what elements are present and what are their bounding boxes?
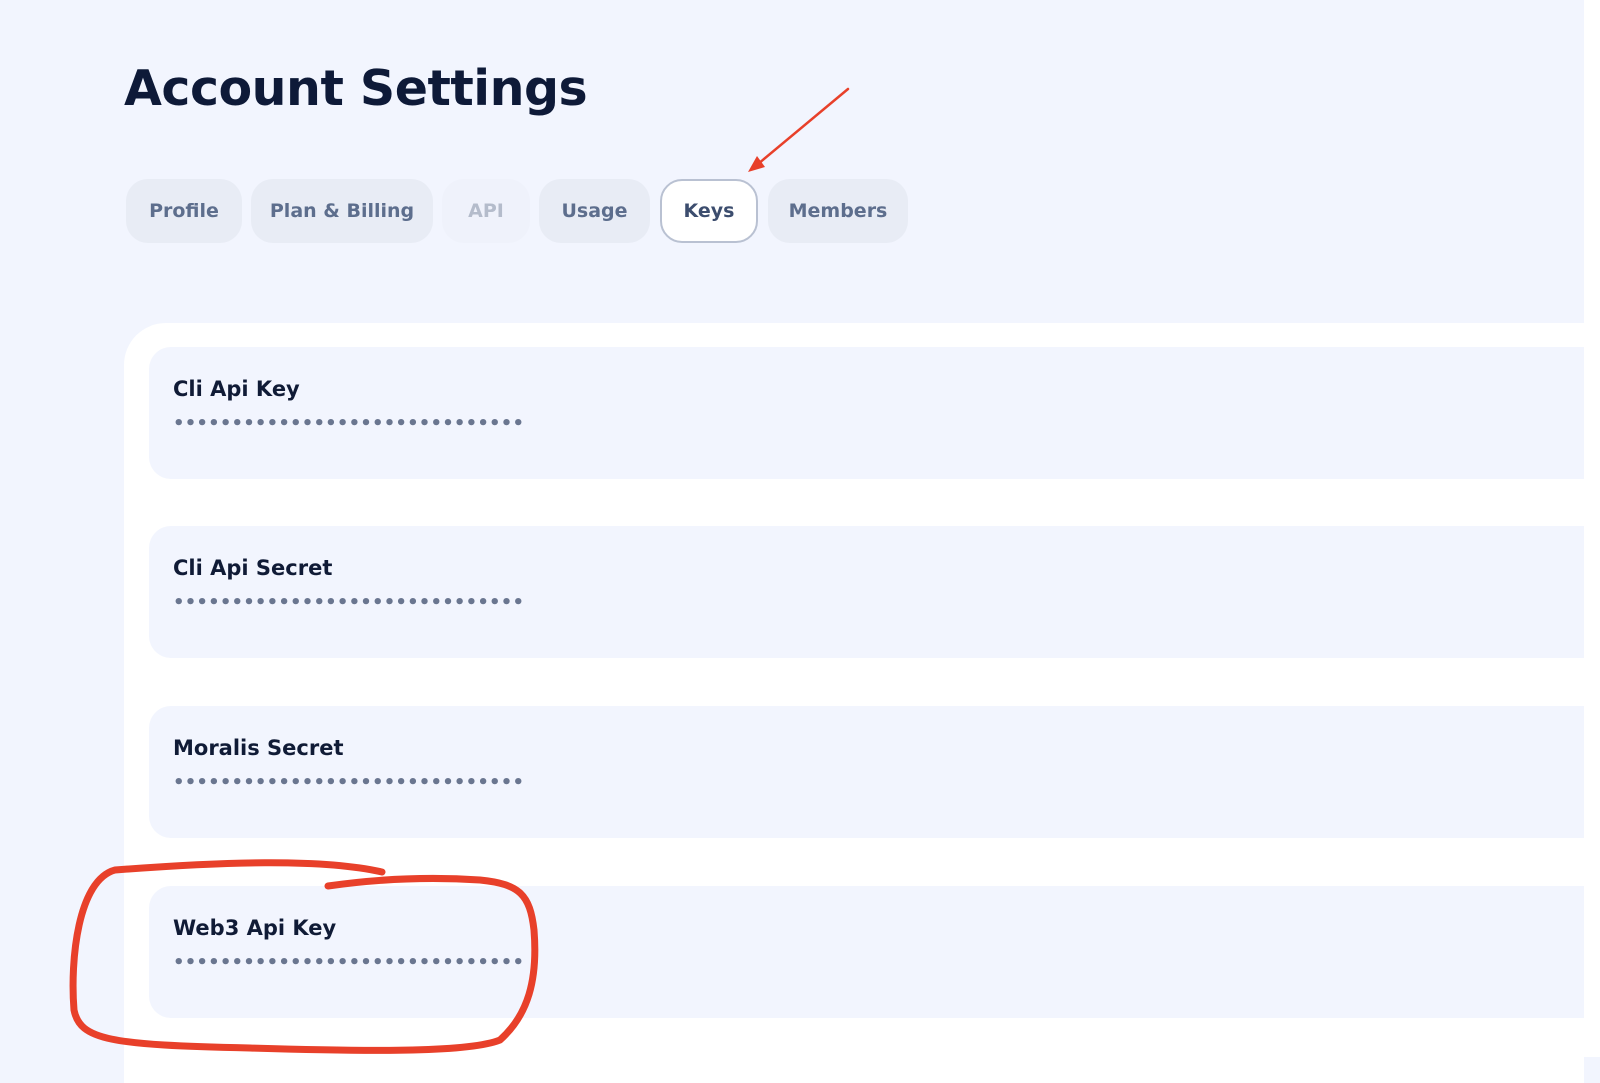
annotation-arrow-icon [748,87,850,172]
tab-profile[interactable]: Profile [126,179,242,243]
tab-plan-billing[interactable]: Plan & Billing [251,179,433,243]
key-card-cli-api-secret[interactable]: Cli Api Secret •••••••••••••••••••••••••… [149,526,1589,658]
masked-key-value[interactable]: •••••••••••••••••••••••••••••• [173,952,524,973]
right-edge-strip [1584,0,1600,1057]
tab-api[interactable]: API [442,179,530,243]
settings-tabs: Profile Plan & Billing API Usage Keys Me… [0,0,1600,260]
key-label: Cli Api Key [173,377,300,401]
keys-panel: Cli Api Key ••••••••••••••••••••••••••••… [124,323,1589,1083]
key-label: Moralis Secret [173,736,344,760]
masked-key-value[interactable]: •••••••••••••••••••••••••••••• [173,772,524,793]
key-label: Cli Api Secret [173,556,333,580]
tab-keys[interactable]: Keys [660,179,758,243]
key-card-cli-api-key[interactable]: Cli Api Key ••••••••••••••••••••••••••••… [149,347,1589,479]
key-card-web3-api-key[interactable]: Web3 Api Key •••••••••••••••••••••••••••… [149,886,1589,1018]
key-label: Web3 Api Key [173,916,337,940]
tab-usage[interactable]: Usage [539,179,650,243]
masked-key-value[interactable]: •••••••••••••••••••••••••••••• [173,413,524,434]
tab-members[interactable]: Members [768,179,908,243]
masked-key-value[interactable]: •••••••••••••••••••••••••••••• [173,592,524,613]
key-card-moralis-secret[interactable]: Moralis Secret •••••••••••••••••••••••••… [149,706,1589,838]
page-title: Account Settings [124,60,588,117]
